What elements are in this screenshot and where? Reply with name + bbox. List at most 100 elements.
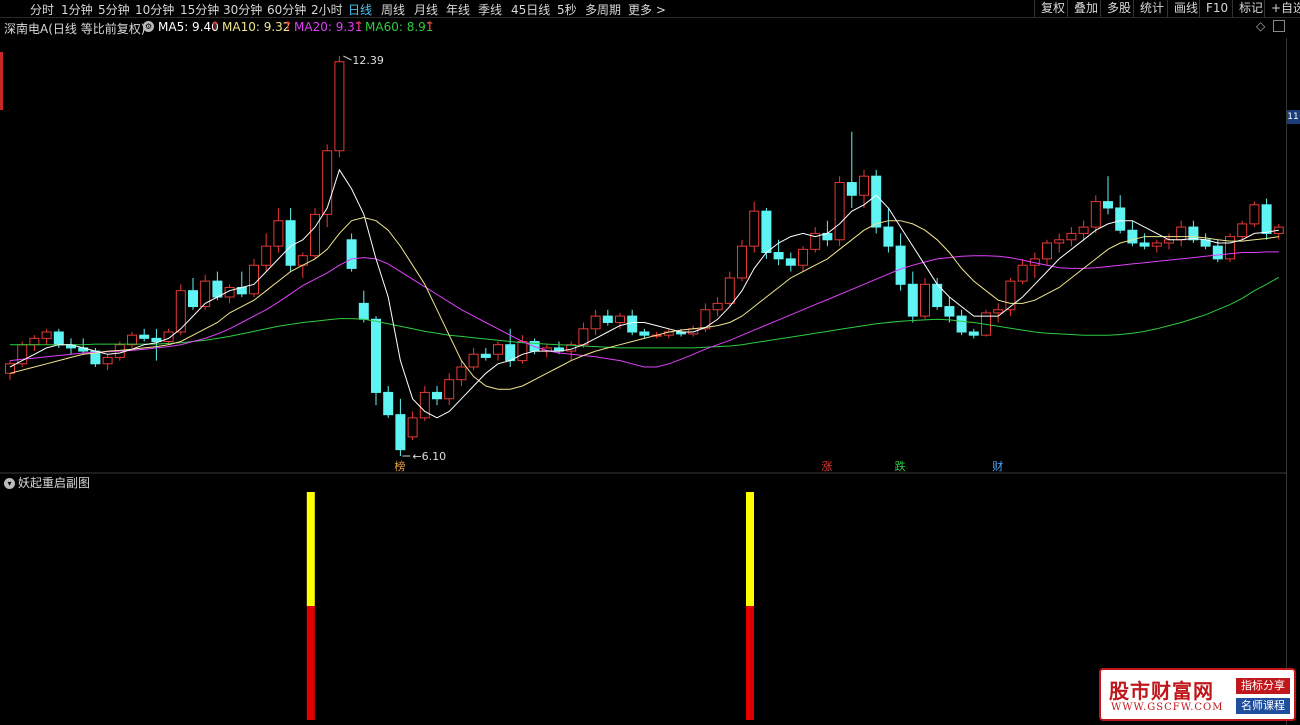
candle-down bbox=[432, 391, 442, 400]
period-tab-13[interactable]: 45日线 bbox=[511, 1, 550, 18]
period-tab-8[interactable]: 日线 bbox=[348, 1, 372, 18]
candle-down bbox=[53, 331, 64, 346]
period-tab-3[interactable]: 10分钟 bbox=[135, 1, 174, 18]
toolbar-button-5[interactable]: F10 bbox=[1199, 0, 1234, 17]
candle-up bbox=[712, 302, 723, 311]
indicator-info-bar: 深南电A(日线 等比前复权) ⚙ MA5: 9.40 ↑ MA10: 9.32 … bbox=[0, 18, 1300, 36]
candle-down bbox=[785, 258, 796, 266]
ma10-value: MA10: 9.32 bbox=[222, 20, 291, 34]
period-tab-14[interactable]: 5秒 bbox=[557, 1, 577, 18]
candle-down bbox=[895, 245, 906, 285]
candle-down bbox=[1261, 204, 1272, 234]
period-tab-12[interactable]: 季线 bbox=[478, 1, 502, 18]
candle-up bbox=[1054, 239, 1065, 244]
candle-down bbox=[907, 283, 918, 317]
settings-gear-icon[interactable]: ⚙ bbox=[143, 19, 157, 33]
candle-up bbox=[615, 315, 625, 323]
sub-indicator-chart[interactable] bbox=[0, 488, 1286, 725]
candle-up bbox=[334, 61, 345, 152]
right-edge-line bbox=[1286, 38, 1287, 725]
ma5-up-arrow-icon: ↑ bbox=[210, 19, 221, 33]
candle-down bbox=[956, 315, 967, 333]
candle-up bbox=[163, 331, 174, 343]
candle-up bbox=[737, 245, 747, 279]
period-tab-1[interactable]: 1分钟 bbox=[61, 1, 93, 18]
candlestick-chart[interactable]: 12.39←6.10榜涨跌财 bbox=[0, 38, 1286, 474]
signal-bar-yellow bbox=[306, 492, 315, 606]
candle-down bbox=[139, 334, 150, 339]
candle-up bbox=[1066, 232, 1077, 241]
candle-up bbox=[749, 210, 760, 247]
candle-up bbox=[859, 175, 869, 196]
toolbar-button-7[interactable]: +自选 bbox=[1264, 0, 1300, 17]
period-tab-15[interactable]: 多周期 bbox=[585, 1, 621, 18]
candle-up bbox=[1017, 264, 1028, 282]
candle-up bbox=[1249, 204, 1260, 225]
candle-down bbox=[1115, 207, 1126, 231]
period-tab-7[interactable]: 2小时 bbox=[311, 1, 343, 18]
candle-up bbox=[310, 213, 320, 257]
candle-up bbox=[456, 366, 467, 381]
watermark-tag-indicators: 指标分享 bbox=[1236, 678, 1290, 694]
candle-down bbox=[358, 302, 369, 320]
candle-up bbox=[1151, 242, 1162, 247]
candle-down bbox=[1188, 226, 1199, 241]
candle-down bbox=[871, 175, 882, 228]
event-marker: 榜 bbox=[394, 459, 405, 473]
event-marker: 跌 bbox=[895, 459, 906, 473]
low-price-label: ←6.10 bbox=[412, 450, 446, 463]
diamond-icon[interactable]: ◇ bbox=[1256, 19, 1265, 33]
signal-bar-red bbox=[746, 606, 754, 720]
period-tab-2[interactable]: 5分钟 bbox=[98, 1, 130, 18]
toolbar-button-1[interactable]: 叠加 bbox=[1067, 0, 1104, 17]
candle-down bbox=[944, 306, 955, 317]
site-watermark: 股市财富网 WWW.GSCFW.COM 指标分享 名师课程 bbox=[1099, 668, 1296, 721]
period-tab-11[interactable]: 年线 bbox=[446, 1, 470, 18]
candle-up bbox=[578, 328, 589, 346]
candle-up bbox=[127, 334, 137, 346]
panel-settings-icon[interactable] bbox=[1273, 20, 1285, 32]
ma10-up-arrow-icon: ↑ bbox=[283, 19, 294, 33]
candle-up bbox=[590, 315, 601, 330]
candle-down bbox=[346, 239, 357, 269]
candle-up bbox=[444, 379, 455, 400]
candle-down bbox=[188, 290, 198, 308]
stock-title[interactable]: 深南电A(日线 等比前复权) bbox=[4, 20, 145, 37]
right-scale-badge: 11 bbox=[1286, 110, 1300, 124]
high-pointer bbox=[343, 55, 352, 61]
period-tab-16[interactable]: 更多 > bbox=[628, 1, 666, 18]
candle-up bbox=[261, 245, 272, 266]
event-marker: 财 bbox=[992, 459, 1003, 473]
candle-down bbox=[151, 337, 162, 343]
high-price-label: 12.39 bbox=[352, 54, 384, 67]
candle-down bbox=[212, 280, 223, 298]
toolbar-button-2[interactable]: 多股 bbox=[1100, 0, 1137, 17]
candle-up bbox=[920, 283, 930, 317]
candle-up bbox=[1005, 280, 1016, 311]
candle-up bbox=[102, 356, 113, 365]
period-tab-9[interactable]: 周线 bbox=[381, 1, 405, 18]
candle-down bbox=[639, 331, 650, 336]
candle-up bbox=[993, 309, 1004, 314]
period-tab-10[interactable]: 月线 bbox=[414, 1, 438, 18]
toolbar-button-0[interactable]: 复权 bbox=[1034, 0, 1071, 17]
period-tab-6[interactable]: 60分钟 bbox=[267, 1, 306, 18]
candle-down bbox=[371, 318, 381, 393]
candle-up bbox=[468, 353, 479, 368]
period-tab-0[interactable]: 分时 bbox=[30, 1, 54, 18]
period-tab-4[interactable]: 15分钟 bbox=[180, 1, 219, 18]
candle-down bbox=[1103, 201, 1113, 209]
candle-up bbox=[1225, 236, 1235, 260]
candle-up bbox=[493, 344, 503, 355]
toolbar-button-3[interactable]: 统计 bbox=[1133, 0, 1170, 17]
ma60-up-arrow-icon: ↑ bbox=[425, 19, 436, 33]
candle-up bbox=[517, 341, 528, 362]
period-toolbar: 分时 1分钟 5分钟 10分钟 15分钟 30分钟 60分钟 2小时 日线 周线 月线 年线 季线 45日… bbox=[0, 0, 1300, 18]
period-tab-5[interactable]: 30分钟 bbox=[223, 1, 262, 18]
panel-divider bbox=[0, 472, 1287, 474]
candle-down bbox=[285, 220, 296, 266]
candle-up bbox=[724, 277, 735, 304]
candle-down bbox=[480, 353, 491, 358]
candle-up bbox=[407, 417, 418, 438]
candle-down bbox=[846, 182, 857, 196]
